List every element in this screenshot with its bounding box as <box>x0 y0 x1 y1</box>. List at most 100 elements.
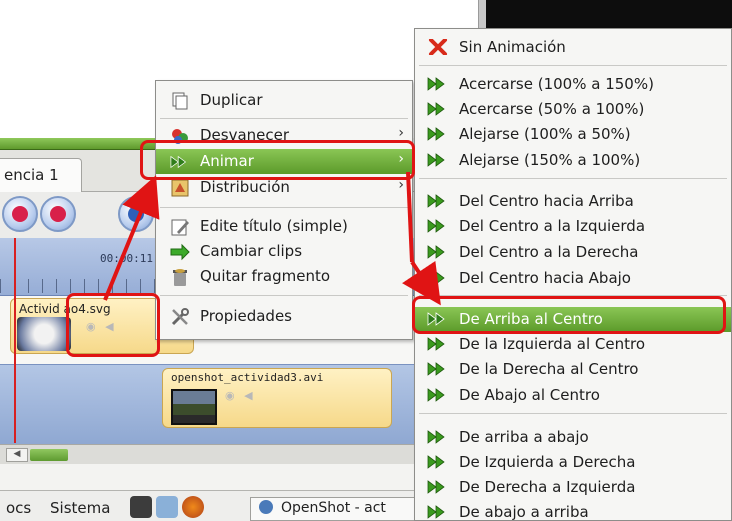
annotation-box-de-arriba-al-centro <box>412 296 726 334</box>
animate-submenu: Sin Animación Acercarse (100% a 150%) Ac… <box>414 28 732 521</box>
green-double-arrow-icon <box>427 480 445 494</box>
menu-separator <box>160 118 408 119</box>
edit-title-icon <box>171 219 189 236</box>
menu-item-duplicar[interactable]: Duplicar <box>156 88 412 113</box>
toolbar-button-snap[interactable] <box>40 196 76 232</box>
submenu-item-arriba-a-abajo[interactable]: De arriba a abajo <box>415 425 731 450</box>
menu-item-label: Quitar fragmento <box>200 267 331 285</box>
submenu-item-alejarse-150-100[interactable]: Alejarse (150% a 100%) <box>415 148 731 173</box>
submenu-item-label: Sin Animación <box>459 38 566 56</box>
tab-sequence[interactable]: encia 1 <box>0 158 82 192</box>
clip-thumbnail <box>171 389 217 425</box>
taskbar-sistema-menu[interactable]: Sistema <box>50 499 110 517</box>
submenu-item-label: Del Centro hacia Abajo <box>459 269 631 287</box>
submenu-item-izquierda-al-centro[interactable]: De la Izquierda al Centro <box>415 332 731 357</box>
no-animation-x-icon <box>429 39 447 55</box>
submenu-item-alejarse-100-50[interactable]: Alejarse (100% a 50%) <box>415 122 731 147</box>
submenu-item-abajo-al-centro[interactable]: De Abajo al Centro <box>415 383 731 408</box>
scroll-thumb[interactable] <box>30 449 68 461</box>
menu-item-propiedades[interactable]: Propiedades <box>156 304 412 329</box>
green-double-arrow-icon <box>427 388 445 402</box>
taskbar-task-label: OpenShot - act <box>281 500 386 516</box>
submenu-item-label: De Derecha a Izquierda <box>459 478 636 496</box>
properties-icon <box>171 308 189 326</box>
annotation-box-clip-icons <box>66 293 160 357</box>
submenu-item-acercarse-100-150[interactable]: Acercarse (100% a 150%) <box>415 72 731 97</box>
marker-icon <box>128 206 144 222</box>
submenu-item-label: Acercarse (100% a 150%) <box>459 75 654 93</box>
clip-title: openshot_actividad3.avi <box>171 371 324 384</box>
submenu-item-centro-arriba[interactable]: Del Centro hacia Arriba <box>415 189 731 214</box>
menu-item-label: Duplicar <box>200 91 263 109</box>
submenu-item-label: Del Centro a la Izquierda <box>459 217 646 235</box>
swap-clips-icon <box>170 243 190 261</box>
submenu-item-sin-animacion[interactable]: Sin Animación <box>415 35 731 60</box>
submenu-item-label: De la Derecha al Centro <box>459 360 639 378</box>
submenu-item-label: Acercarse (50% a 100%) <box>459 100 645 118</box>
scroll-left-arrow[interactable]: ◀ <box>6 448 28 462</box>
green-double-arrow-icon <box>427 505 445 519</box>
green-double-arrow-icon <box>427 77 445 91</box>
submenu-item-derecha-al-centro[interactable]: De la Derecha al Centro <box>415 357 731 382</box>
menu-item-label: Propiedades <box>200 307 292 325</box>
taskbar-openshot-window[interactable]: OpenShot - act <box>250 497 420 521</box>
distribute-icon <box>171 179 189 197</box>
green-double-arrow-icon <box>427 271 445 285</box>
submenu-item-centro-derecha[interactable]: Del Centro a la Derecha <box>415 240 731 265</box>
ruler-time-label: 00:00:11 <box>100 252 153 265</box>
submenu-item-label: De abajo a arriba <box>459 503 589 521</box>
submenu-item-acercarse-50-100[interactable]: Acercarse (50% a 100%) <box>415 97 731 122</box>
playhead[interactable] <box>14 238 16 443</box>
menu-separator <box>160 295 408 296</box>
submenu-item-label: De la Izquierda al Centro <box>459 335 646 353</box>
green-double-arrow-icon <box>427 194 445 208</box>
firefox-icon[interactable] <box>182 496 204 518</box>
submenu-item-abajo-a-arriba[interactable]: De abajo a arriba <box>415 500 731 521</box>
menu-item-edite-titulo[interactable]: Edite título (simple) <box>156 214 412 239</box>
menu-item-label: Cambiar clips <box>200 242 303 260</box>
green-double-arrow-icon <box>427 362 445 376</box>
submenu-item-derecha-a-izquierda[interactable]: De Derecha a Izquierda <box>415 475 731 500</box>
clip-visibility-audio-icons[interactable]: ◉ ◀ <box>225 389 256 402</box>
green-double-arrow-icon <box>427 127 445 141</box>
clip-context-menu: Duplicar Desvanecer › Animar › Distribuc… <box>155 80 413 340</box>
menu-separator <box>160 207 408 208</box>
green-double-arrow-icon <box>427 455 445 469</box>
green-double-arrow-icon <box>427 430 445 444</box>
green-double-arrow-icon <box>427 102 445 116</box>
submenu-item-label: De arriba a abajo <box>459 428 589 446</box>
clip-thumbnail <box>17 317 71 351</box>
toolbar-button-cut[interactable] <box>2 196 38 232</box>
menu-item-label: Edite título (simple) <box>200 217 348 235</box>
green-double-arrow-icon <box>427 219 445 233</box>
menu-separator <box>419 178 727 179</box>
menu-separator <box>419 413 727 414</box>
submenu-item-label: Del Centro a la Derecha <box>459 243 639 261</box>
submenu-item-label: Del Centro hacia Arriba <box>459 192 634 210</box>
submenu-item-centro-abajo[interactable]: Del Centro hacia Abajo <box>415 266 731 291</box>
taskbar-docs[interactable]: ocs <box>6 499 31 517</box>
terminal-icon[interactable] <box>130 496 152 518</box>
menu-item-cambiar-clips[interactable]: Cambiar clips <box>156 239 412 264</box>
submenu-item-izquierda-a-derecha[interactable]: De Izquierda a Derecha <box>415 450 731 475</box>
green-double-arrow-icon <box>427 153 445 167</box>
toolbar-button-marker[interactable] <box>118 196 154 232</box>
menu-item-label: Distribución <box>200 178 290 196</box>
submenu-item-centro-izquierda[interactable]: Del Centro a la Izquierda <box>415 214 731 239</box>
green-double-arrow-icon <box>427 245 445 259</box>
submenu-item-label: Alejarse (150% a 100%) <box>459 151 641 169</box>
submenu-item-label: De Abajo al Centro <box>459 386 600 404</box>
network-icon[interactable] <box>156 496 178 518</box>
cut-icon <box>12 206 28 222</box>
clip-video[interactable]: openshot_actividad3.avi ◉ ◀ <box>162 368 392 428</box>
annotation-box-animar <box>140 140 415 180</box>
duplicate-icon <box>172 92 188 110</box>
openshot-icon <box>259 500 273 514</box>
menu-separator <box>419 65 727 66</box>
submenu-item-label: Alejarse (100% a 50%) <box>459 125 631 143</box>
submenu-arrow-icon: › <box>398 125 404 141</box>
remove-fragment-icon <box>173 269 187 286</box>
green-double-arrow-icon <box>427 337 445 351</box>
menu-item-quitar-fragmento[interactable]: Quitar fragmento <box>156 264 412 289</box>
magnet-icon <box>50 206 66 222</box>
